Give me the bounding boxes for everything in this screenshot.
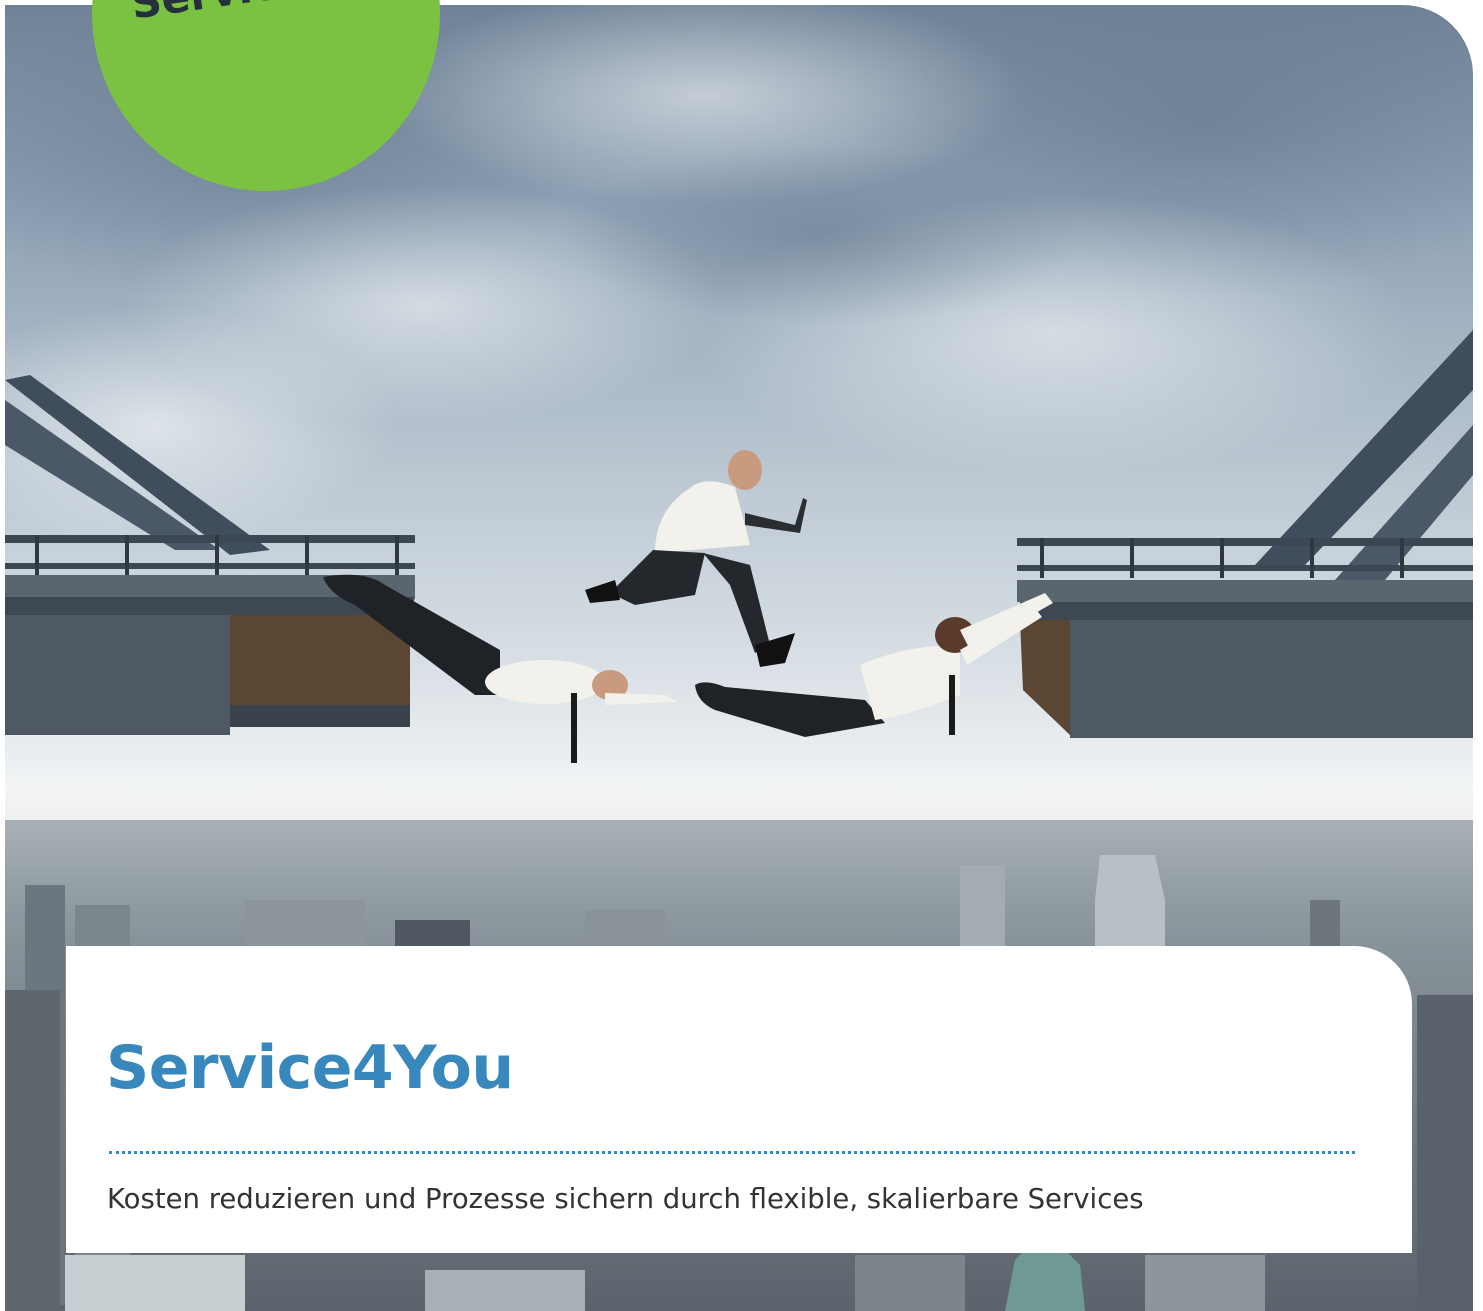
brochure-cover: Service4You Service4You Kosten reduziere… (0, 0, 1483, 1311)
businessman-jumping (585, 450, 807, 667)
title-card: Service4You Kosten reduzieren und Prozes… (66, 946, 1412, 1253)
dotted-divider (109, 1151, 1355, 1154)
page-subtitle: Kosten reduzieren und Prozesse sichern d… (107, 1183, 1144, 1215)
page-title: Service4You (106, 1033, 514, 1103)
